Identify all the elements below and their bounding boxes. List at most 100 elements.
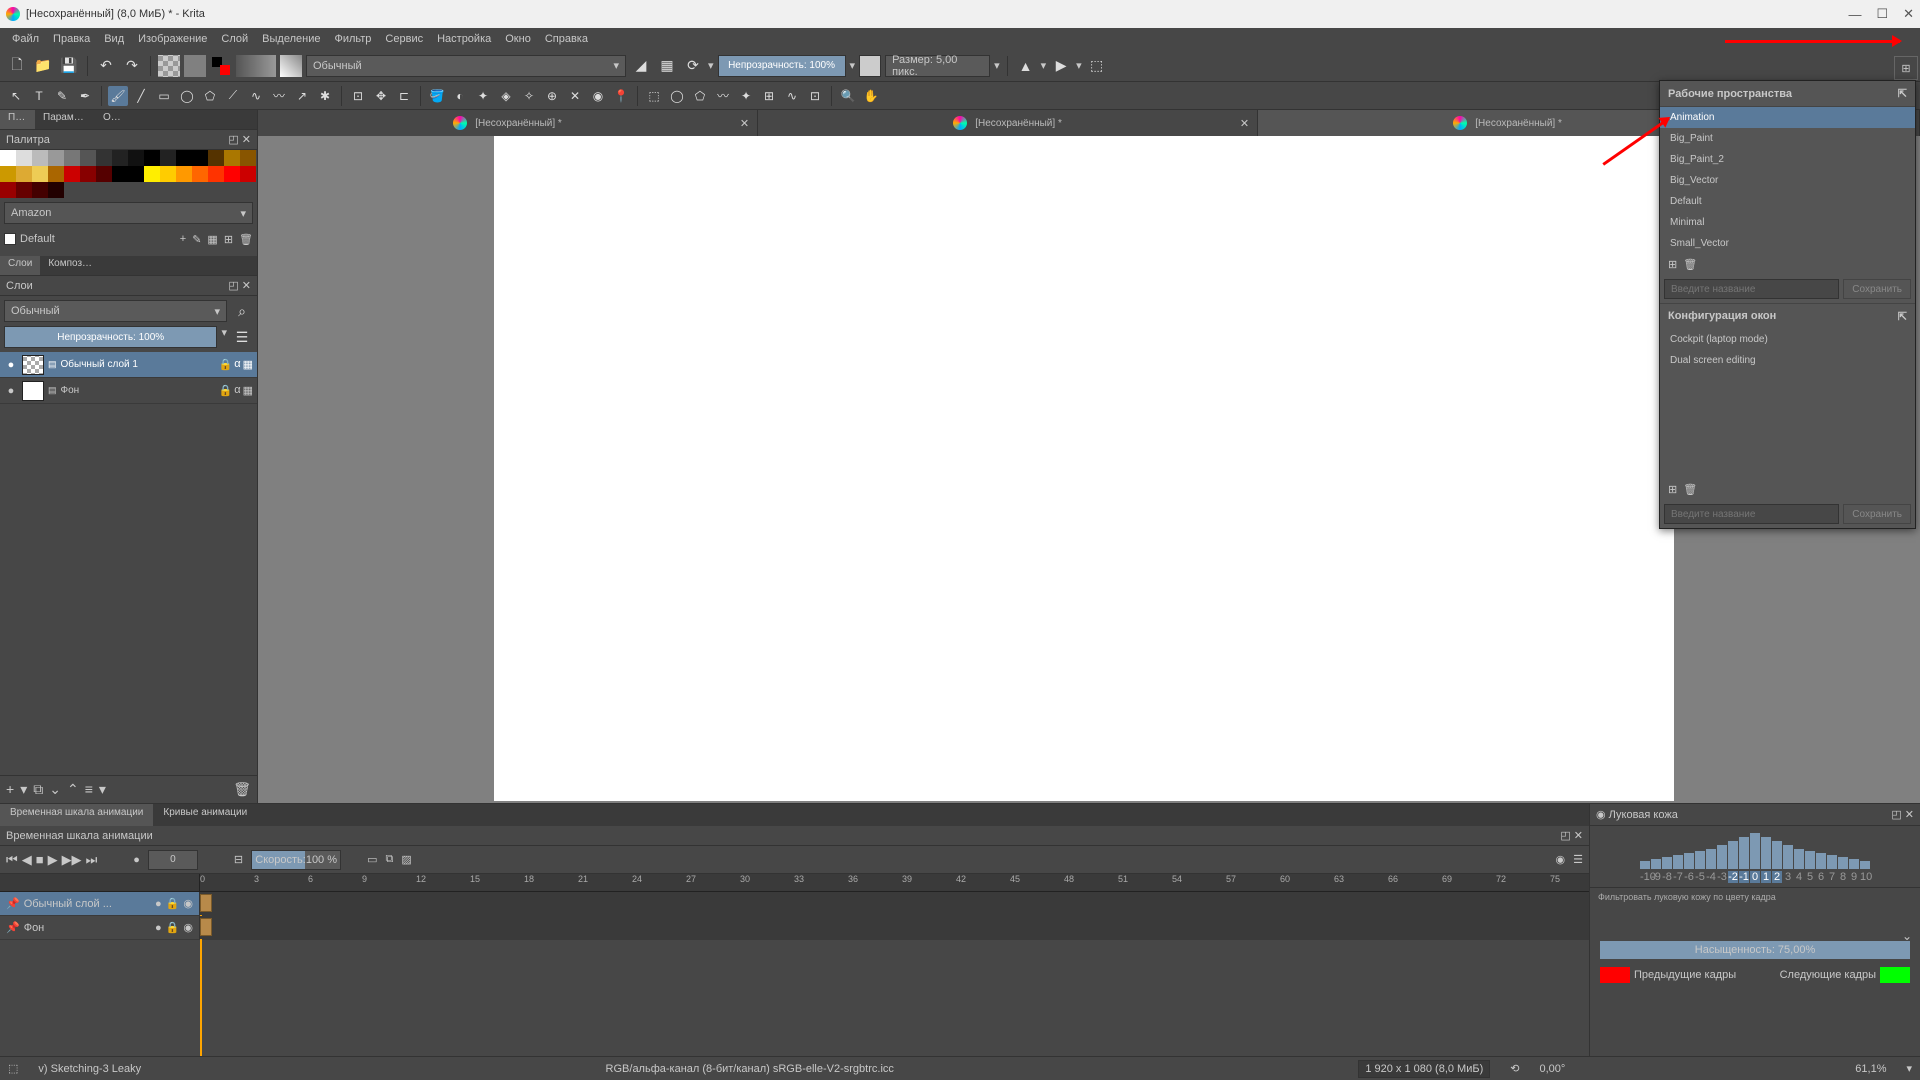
onion-bar[interactable] [1651,859,1661,869]
layer-row[interactable]: ● ▤ Фон 🔒α▦ [0,378,257,404]
mirror-v-icon[interactable]: ▶ [1050,55,1072,77]
tab-overview[interactable]: Об... [95,110,130,129]
delete-config-icon[interactable]: 🗑 [1683,483,1697,496]
onion-frame-number[interactable]: -2 [1728,871,1738,883]
float-docker-icon[interactable]: ◰ [228,279,238,292]
text-tool-icon[interactable]: T [29,86,49,106]
onion-frame-number[interactable]: 4 [1794,871,1804,883]
palette-swatch[interactable] [224,166,240,182]
onion-toggle-icon[interactable]: ⧉ [386,853,394,866]
palette-swatch[interactable] [32,166,48,182]
add-layer-icon[interactable]: + [6,781,14,798]
canvas[interactable] [494,136,1674,801]
alpha-icon[interactable]: α [234,384,240,397]
pan-tool-icon[interactable]: ✋ [861,86,881,106]
menu-edit[interactable]: Правка [47,31,96,47]
onion-frame-number[interactable]: -8 [1662,871,1672,883]
transform-tool-icon[interactable]: ⊡ [348,86,368,106]
chevron-down-icon[interactable]: ▾ [708,59,714,72]
detach-icon[interactable]: ⇱ [1898,87,1907,100]
select-free-icon[interactable]: 〰 [713,86,733,106]
palette-swatch[interactable] [96,150,112,166]
inherit-alpha-icon[interactable]: ▦ [243,384,253,397]
palette-swatch[interactable] [0,166,16,182]
line-tool-icon[interactable]: ╱ [131,86,151,106]
add-config-icon[interactable]: ⊞ [1668,483,1677,496]
chevron-down-icon[interactable]: ▾ [1041,59,1047,72]
drop-frames-icon[interactable]: ⊟ [234,853,243,866]
palette-swatch[interactable] [32,182,48,198]
brush-tool-icon[interactable]: 🖌 [108,86,128,106]
menu-image[interactable]: Изображение [132,31,213,47]
next-frames-color[interactable] [1880,967,1910,983]
workspace-name-input[interactable] [1664,279,1839,299]
palette-swatch[interactable] [176,166,192,182]
palette-swatch[interactable] [64,150,80,166]
workspace-item[interactable]: Small_Vector [1660,233,1915,254]
layer-menu-icon[interactable]: ☰ [231,326,253,348]
palette-swatch[interactable] [176,150,192,166]
onion-bar[interactable] [1860,861,1870,869]
onion-bar[interactable] [1673,855,1683,869]
add-swatch-icon[interactable]: + [180,233,186,245]
zoom-tool-icon[interactable]: 🔍 [838,86,858,106]
maximize-button[interactable]: ☐ [1876,6,1888,22]
keyframe[interactable] [200,918,212,936]
onion-bar[interactable] [1772,841,1782,869]
onion-frame-number[interactable]: -6 [1684,871,1694,883]
blend-mode-dropdown[interactable]: Обычный ▾ [306,55,626,77]
colorize-icon[interactable]: ◈ [496,86,516,106]
onion-frame-number[interactable]: -4 [1706,871,1716,883]
list-icon[interactable]: ⊞ [224,233,233,246]
track-header[interactable]: 📌 Фон ● 🔒 ◉ [0,916,200,939]
rect-tool-icon[interactable]: ▭ [154,86,174,106]
select-poly-icon[interactable]: ⬠ [690,86,710,106]
palette-swatch[interactable] [208,166,224,182]
palette-swatch[interactable] [0,150,16,166]
pin-icon[interactable]: 📌 [6,921,20,934]
onion-skin-icon[interactable]: ◉ [1556,853,1566,866]
onion-frame-number[interactable]: -5 [1695,871,1705,883]
add-workspace-icon[interactable]: ⊞ [1668,258,1677,271]
save-file-icon[interactable]: 💾 [58,55,80,77]
settings-icon[interactable]: ▭ [367,853,377,866]
tab-timeline[interactable]: Временная шкала анимации [0,804,153,826]
window-config-item[interactable]: Cockpit (laptop mode) [1660,329,1915,350]
window-config-name-input[interactable] [1664,504,1839,524]
palette-swatch[interactable] [160,166,176,182]
polygon-tool-icon[interactable]: ⬠ [200,86,220,106]
menu-file[interactable]: Файл [6,31,45,47]
workspace-save-button[interactable]: Сохранить [1843,279,1911,299]
onion-bar[interactable] [1739,837,1749,869]
palette-swatch[interactable] [192,166,208,182]
onion-saturation-slider[interactable]: Насыщенность: 75,00% [1600,941,1910,959]
onion-bar[interactable] [1761,837,1771,869]
close-tab-icon[interactable]: ✕ [740,117,749,130]
close-docker-icon[interactable]: ✕ [242,133,251,146]
palette-swatch[interactable] [48,150,64,166]
brush-swatch[interactable] [280,55,302,77]
lock-icon[interactable]: 🔒 [166,921,180,934]
palette-swatch[interactable] [96,166,112,182]
reload-icon[interactable]: ⟳ [682,55,704,77]
palette-swatch[interactable] [80,150,96,166]
play-icon[interactable]: ▶ [48,852,58,868]
edit-swatch-icon[interactable]: ✎ [192,233,201,246]
onion-frame-number[interactable]: 6 [1816,871,1826,883]
assistant-tool-icon[interactable]: ⊕ [542,86,562,106]
alpha-icon[interactable]: α [234,358,240,371]
track-cells[interactable] [200,916,1589,939]
eraser-icon[interactable]: ◢ [630,55,652,77]
palette-swatch[interactable] [48,166,64,182]
select-ellipse-icon[interactable]: ◯ [667,86,687,106]
gradient-swatch[interactable] [236,55,276,77]
doc-tab[interactable]: [Несохранённый] * ✕ [758,110,1258,136]
layer-opacity-slider[interactable]: Непрозрачность: 100% [4,326,217,348]
delete-workspace-icon[interactable]: 🗑 [1683,258,1697,271]
tab-palette[interactable]: Пал... [0,110,35,129]
menu-settings[interactable]: Настройка [431,31,497,47]
onion-bar[interactable] [1717,845,1727,869]
workspace-item[interactable]: Default [1660,191,1915,212]
window-config-save-button[interactable]: Сохранить [1843,504,1911,524]
visibility-icon[interactable]: ● [4,359,18,371]
